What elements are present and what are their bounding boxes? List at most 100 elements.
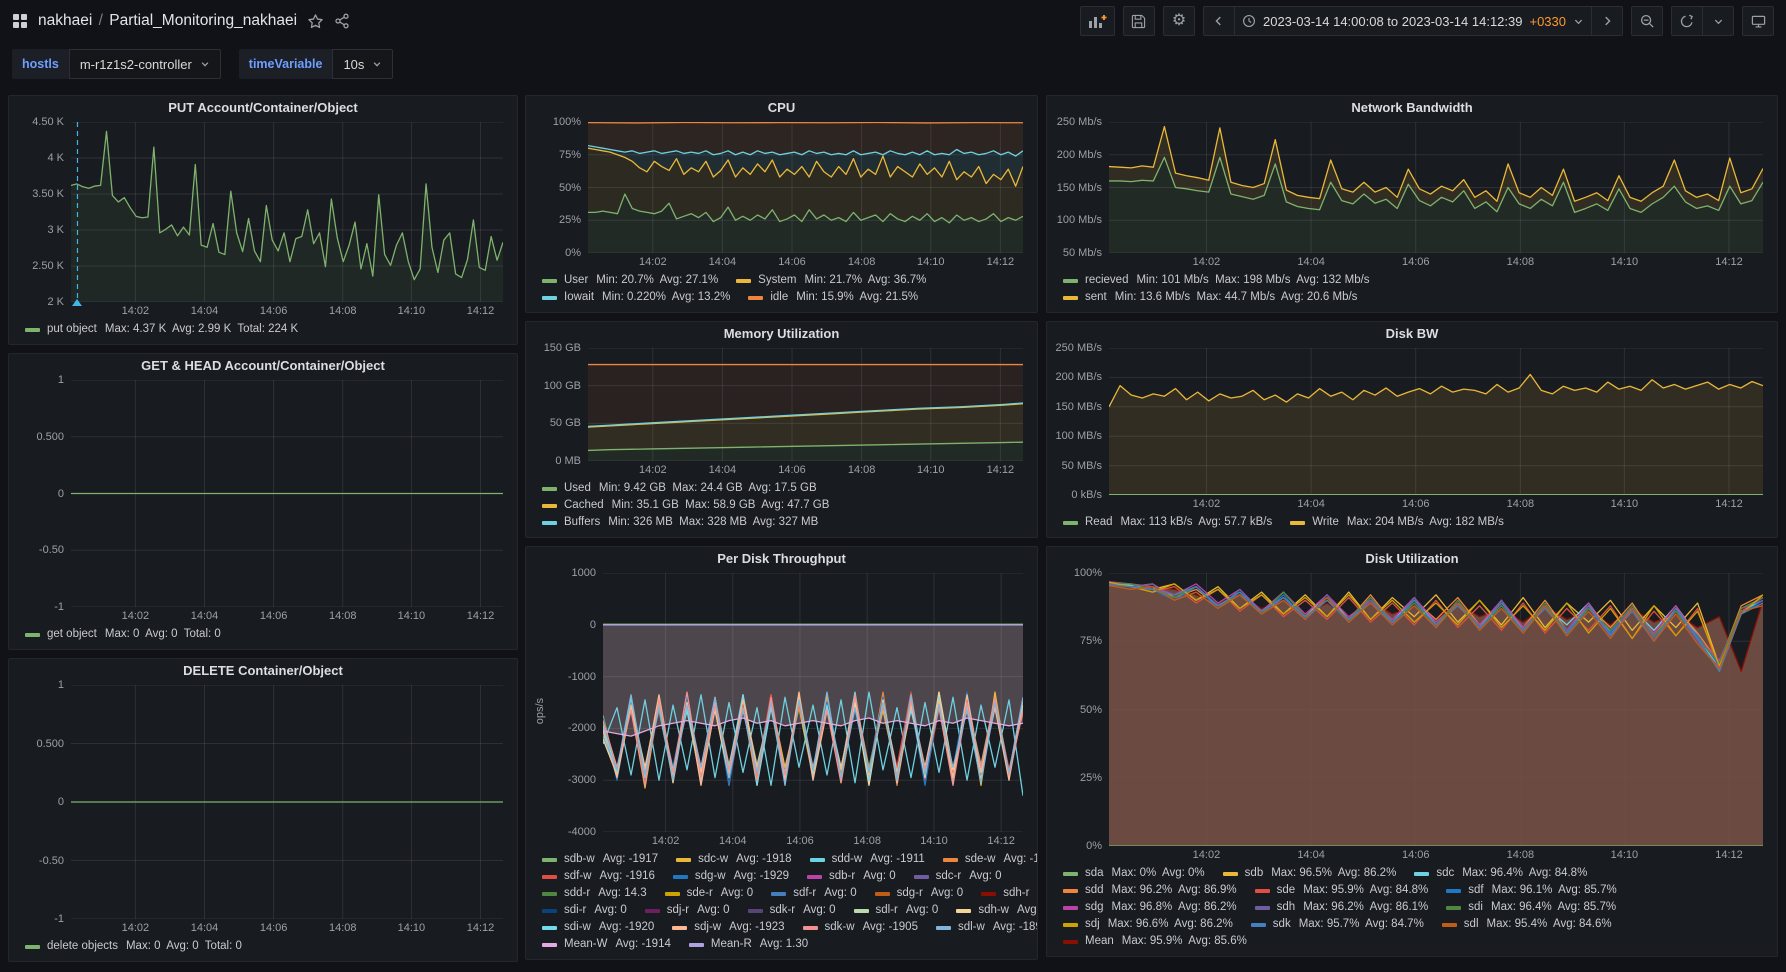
legend-item[interactable]: sdj Max: 96.6% Avg: 86.2% xyxy=(1063,916,1233,933)
legend-item[interactable]: get object Max: 0 Avg: 0 Total: 0 xyxy=(25,626,221,643)
variable-value-dropdown[interactable]: m-r1z1s2-controller xyxy=(68,49,221,79)
legend-item[interactable]: sdc-r Avg: 0 xyxy=(913,868,1002,885)
legend-item[interactable]: sde Max: 95.9% Avg: 84.8% xyxy=(1254,882,1428,899)
add-panel-button[interactable] xyxy=(1079,6,1115,36)
x-axis: 14:02 14:04 14:06 14:08 14:10 14:12 xyxy=(71,302,503,319)
x-tick-label: 14:10 xyxy=(1610,498,1639,510)
legend-item[interactable]: sdk-w Avg: -1905 xyxy=(802,919,918,936)
legend-item[interactable]: idle Min: 15.9% Avg: 21.5% xyxy=(748,289,918,306)
legend-item[interactable]: Write Max: 204 MB/s Avg: 182 MB/s xyxy=(1290,514,1504,531)
legend-series-name: sdc-w xyxy=(698,853,729,865)
dashboard-settings-button[interactable]: ⚙ xyxy=(1162,6,1195,36)
panel-title[interactable]: Disk BW xyxy=(1047,322,1777,346)
legend-item[interactable]: sdl-r Avg: 0 xyxy=(853,902,938,919)
legend-item[interactable]: sdk Max: 95.7% Avg: 84.7% xyxy=(1250,916,1424,933)
panel-title[interactable]: CPU xyxy=(526,96,1037,120)
legend-series-name: sdf xyxy=(1468,884,1484,896)
panel-title[interactable]: PUT Account/Container/Object xyxy=(9,96,517,120)
legend-item[interactable]: User Min: 20.7% Avg: 27.1% xyxy=(542,272,718,289)
legend-item[interactable]: sda Max: 0% Avg: 0% xyxy=(1063,865,1205,882)
legend-item[interactable]: System Min: 21.7% Avg: 36.7% xyxy=(736,272,926,289)
legend-item[interactable]: sdc-w Avg: -1918 xyxy=(676,851,792,868)
x-tick-label: 14:08 xyxy=(1506,256,1535,268)
legend-item[interactable]: sdb-w Avg: -1917 xyxy=(542,851,658,868)
panel-title[interactable]: DELETE Container/Object xyxy=(9,659,517,683)
legend-item[interactable]: sdk-r Avg: 0 xyxy=(747,902,836,919)
refresh-interval-dropdown[interactable] xyxy=(1702,6,1734,36)
x-axis: 14:02 14:04 14:06 14:08 14:10 14:12 xyxy=(1109,253,1763,270)
legend-item[interactable]: sdf Max: 96.1% Avg: 85.7% xyxy=(1446,882,1617,899)
time-range-forward-button[interactable] xyxy=(1591,6,1623,36)
variable-value-dropdown[interactable]: 10s xyxy=(332,49,394,79)
legend-item[interactable]: sdf-w Avg: -1916 xyxy=(542,868,655,885)
breadcrumb-folder[interactable]: nakhaei xyxy=(38,12,92,29)
legend-item[interactable]: put object Max: 4.37 K Avg: 2.99 K Total:… xyxy=(25,321,298,338)
legend-item[interactable]: Cached Min: 35.1 GB Max: 58.9 GB Avg: 47.… xyxy=(542,497,829,514)
legend-item[interactable]: sdh Max: 96.2% Avg: 86.1% xyxy=(1254,899,1428,916)
x-tick-label: 14:04 xyxy=(190,305,219,317)
zoom-out-button[interactable] xyxy=(1631,6,1663,36)
legend-series-stats: Max: 113 kB/s Avg: 57.7 kB/s xyxy=(1120,516,1273,528)
legend-item[interactable]: delete objects Max: 0 Avg: 0 Total: 0 xyxy=(25,938,242,955)
panel-title[interactable]: GET & HEAD Account/Container/Object xyxy=(9,354,517,378)
legend-item[interactable]: sdb Max: 96.5% Avg: 86.2% xyxy=(1222,865,1396,882)
legend-item[interactable]: sdd Max: 96.2% Avg: 86.9% xyxy=(1063,882,1237,899)
plot-area[interactable] xyxy=(603,573,1023,832)
legend-item[interactable]: Mean-R Avg: 1.30 xyxy=(688,936,808,953)
legend-series-stats: Min: 326 MB Max: 328 MB Avg: 327 MB xyxy=(608,516,819,528)
legend-item[interactable]: sdi Max: 96.4% Avg: 85.7% xyxy=(1446,899,1616,916)
time-range-back-button[interactable] xyxy=(1202,6,1235,36)
breadcrumb-dashboard[interactable]: Partial_Monitoring_nakhaei xyxy=(109,12,297,29)
legend-item[interactable]: sdd-r Avg: 14.3 xyxy=(542,885,647,902)
legend-item[interactable]: sdg-w Avg: -1929 xyxy=(672,868,789,885)
legend-item[interactable]: sde-r Avg: 0 xyxy=(664,885,753,902)
legend-item[interactable]: Iowait Min: 0.220% Avg: 13.2% xyxy=(542,289,730,306)
legend-item[interactable]: sdh-w Avg: -1909 xyxy=(956,902,1037,919)
legend-item[interactable]: sent Min: 13.6 Mb/s Max: 44.7 Mb/s Avg: 2… xyxy=(1063,289,1357,306)
legend-item[interactable]: sdl Max: 95.4% Avg: 84.6% xyxy=(1441,916,1612,933)
dashboards-grid-icon[interactable] xyxy=(12,13,28,29)
panel-title[interactable]: Memory Utilization xyxy=(526,322,1037,346)
legend-item[interactable]: sdi-r Avg: 0 xyxy=(542,902,627,919)
legend-item[interactable]: Buffers Min: 326 MB Max: 328 MB Avg: 327 … xyxy=(542,514,818,531)
plot-area[interactable] xyxy=(1109,348,1763,495)
save-dashboard-button[interactable] xyxy=(1122,6,1155,36)
refresh-button[interactable] xyxy=(1671,6,1703,36)
legend-item[interactable]: sdd-w Avg: -1911 xyxy=(809,851,925,868)
legend-item[interactable]: sdj-w Avg: -1923 xyxy=(672,919,785,936)
y-tick-label: 0% xyxy=(565,247,581,259)
plot-area[interactable] xyxy=(71,380,503,607)
panel-title[interactable]: Per Disk Throughput xyxy=(526,547,1037,571)
star-icon[interactable] xyxy=(307,13,324,30)
plot-area[interactable] xyxy=(1109,122,1763,253)
plot-area[interactable] xyxy=(588,122,1023,253)
legend-item[interactable]: sdl-w Avg: -1899 xyxy=(935,919,1037,936)
legend-item[interactable]: Mean-W Avg: -1914 xyxy=(542,936,671,953)
legend-series-name: sdl-r xyxy=(875,904,898,916)
legend-item[interactable]: sdg Max: 96.8% Avg: 86.2% xyxy=(1063,899,1237,916)
legend-item[interactable]: sdc Max: 96.4% Avg: 84.8% xyxy=(1414,865,1587,882)
share-icon[interactable] xyxy=(334,13,350,29)
legend-item[interactable]: sdg-r Avg: 0 xyxy=(874,885,963,902)
legend-item[interactable]: Mean Max: 95.9% Avg: 85.6% xyxy=(1063,933,1247,950)
panel-title[interactable]: Network Bandwidth xyxy=(1047,96,1777,120)
legend-item[interactable]: Read Max: 113 kB/s Avg: 57.7 kB/s xyxy=(1063,514,1272,531)
x-tick-label: 14:06 xyxy=(259,305,288,317)
plot-area[interactable] xyxy=(71,685,503,919)
legend-swatch xyxy=(1250,922,1266,927)
kiosk-mode-button[interactable] xyxy=(1742,6,1774,36)
panel-title[interactable]: Disk Utilization xyxy=(1047,547,1777,571)
legend-item[interactable]: sdf-r Avg: 0 xyxy=(771,885,857,902)
plot-area[interactable] xyxy=(588,348,1023,461)
legend-item[interactable]: sdi-w Avg: -1920 xyxy=(542,919,654,936)
plot-area[interactable] xyxy=(1109,573,1763,846)
legend-item[interactable]: sdj-r Avg: 0 xyxy=(644,902,730,919)
legend-item[interactable]: recieved Min: 101 Mb/s Max: 198 Mb/s Avg:… xyxy=(1063,272,1370,289)
legend-item[interactable]: sdb-r Avg: 0 xyxy=(807,868,896,885)
plot-area[interactable] xyxy=(71,122,503,306)
legend-item[interactable]: sde-w Avg: -1907 xyxy=(942,851,1037,868)
time-range-picker[interactable]: 2023-03-14 14:00:08 to 2023-03-14 14:12:… xyxy=(1233,6,1592,36)
legend-item[interactable]: Used Min: 9.42 GB Max: 24.4 GB Avg: 17.5 … xyxy=(542,480,817,497)
legend-swatch xyxy=(542,874,557,879)
legend-item[interactable]: sdh-rAvg: 0 xyxy=(981,885,1037,902)
